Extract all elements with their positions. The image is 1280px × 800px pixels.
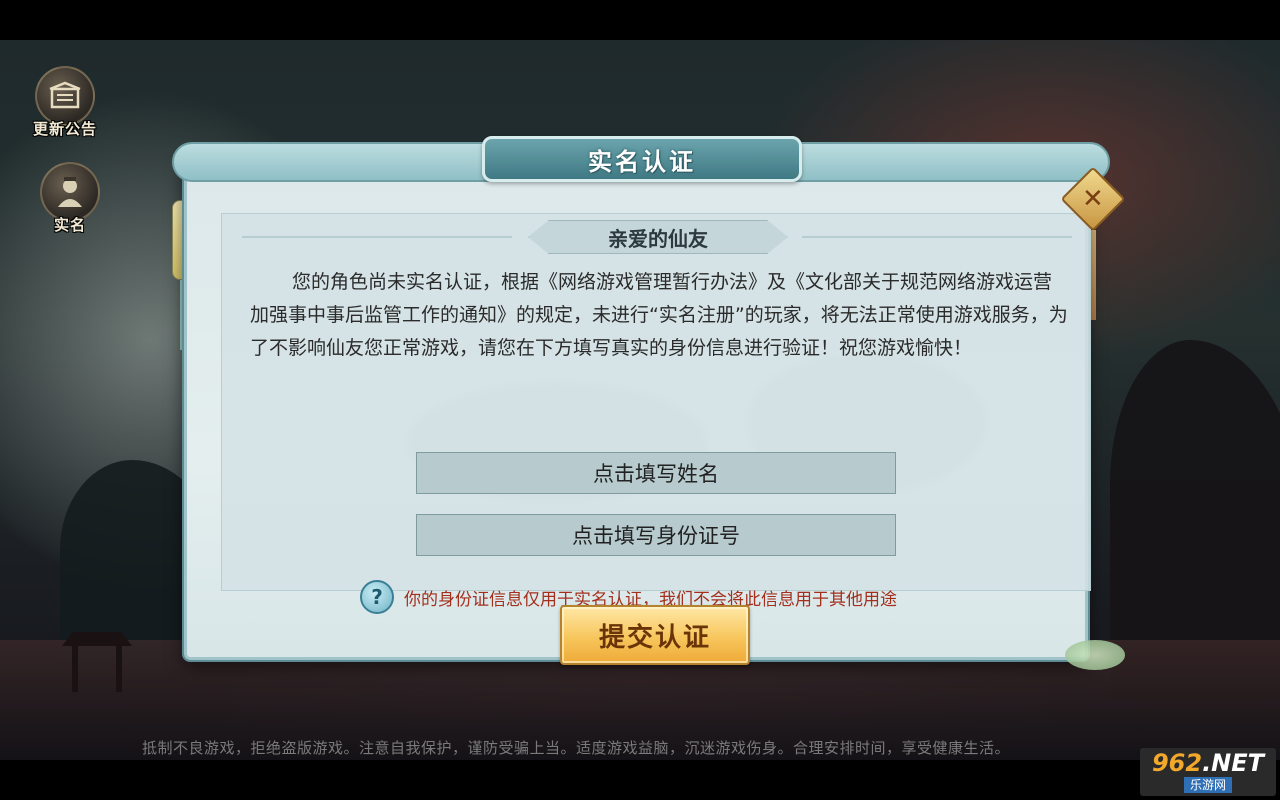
dialog-subtitle: 亲爱的仙友	[608, 226, 708, 251]
pavilion-icon	[62, 632, 132, 692]
divider	[242, 236, 512, 238]
watermark-caption: 乐游网	[1183, 777, 1232, 793]
watermark-number: 962	[1151, 749, 1203, 777]
id-number-input[interactable]: 点击填写身份证号	[416, 514, 896, 556]
divider	[802, 236, 1072, 238]
subtitle-bar: 亲爱的仙友	[222, 220, 1092, 254]
realname-label: 实名	[53, 216, 86, 234]
verification-notice: 您的角色尚未实名认证，根据《网络游戏管理暂行办法》及《文化部关于规范网络游戏运营…	[250, 271, 1068, 359]
notice-board-icon	[35, 66, 95, 126]
dialog-title: 实名认证	[588, 146, 696, 176]
question-mark-icon[interactable]: ?	[360, 580, 394, 614]
site-watermark: 962.NET 乐游网	[1140, 748, 1276, 796]
close-icon: ✕	[1082, 183, 1104, 214]
watermark-logo: 962.NET	[1152, 751, 1264, 775]
announcement-label: 更新公告	[32, 120, 97, 138]
name-input[interactable]: 点击填写姓名	[416, 452, 896, 494]
dialog-title-plate: 实名认证	[482, 136, 802, 182]
health-gaming-notice: 抵制不良游戏，拒绝盗版游戏。注意自我保护，谨防受骗上当。适度游戏益脑，沉迷游戏伤…	[142, 739, 1011, 757]
dialog-content-panel: 亲爱的仙友 您的角色尚未实名认证，根据《网络游戏管理暂行办法》及《文化部关于规范…	[221, 213, 1092, 614]
submit-verification-button[interactable]: 提交认证	[560, 605, 750, 665]
watermark-suffix: .NET	[1202, 749, 1265, 777]
realname-dialog: 亲爱的仙友 您的角色尚未实名认证，根据《网络游戏管理暂行办法》及《文化部关于规范…	[172, 136, 1126, 670]
subtitle-plate: 亲爱的仙友	[528, 220, 788, 254]
letterbox-bottom	[0, 760, 1280, 800]
dialog-frame: 亲爱的仙友 您的角色尚未实名认证，根据《网络游戏管理暂行办法》及《文化部关于规范…	[184, 160, 1092, 665]
announcement-button[interactable]: 更新公告	[25, 66, 105, 139]
letterbox-top	[0, 0, 1280, 40]
realname-button[interactable]: 实名	[30, 162, 110, 235]
person-portrait-icon	[40, 162, 100, 222]
lotus-leaf-decoration	[1065, 640, 1125, 670]
